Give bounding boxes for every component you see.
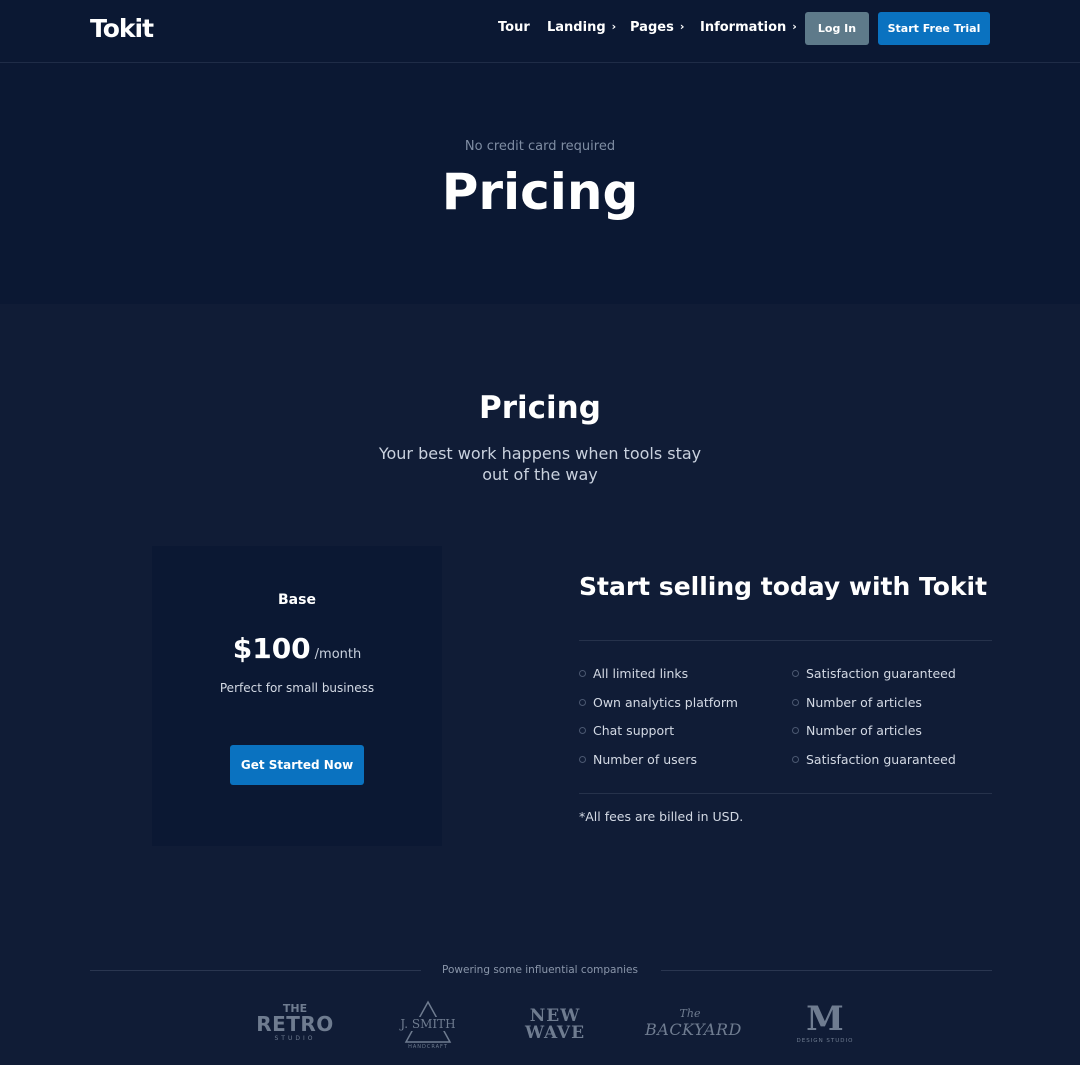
backyard-logo: The BACKYARD: [645, 1007, 742, 1040]
nav-item-landing[interactable]: Landing ›: [547, 20, 616, 35]
plan-card: Base $100/month Perfect for small busine…: [152, 546, 442, 846]
logo-text: WAVE: [524, 1023, 586, 1043]
plan-amount: $100: [232, 632, 311, 665]
bullet-circle-icon: [579, 699, 586, 706]
pricing-section-subtitle: Your best work happens when tools stay o…: [378, 444, 702, 484]
feature-label: Chat support: [593, 723, 675, 738]
feature-label: Number of articles: [806, 695, 922, 710]
site-logo[interactable]: Tokit: [90, 14, 154, 43]
bullet-circle-icon: [792, 756, 799, 763]
feature-label: Number of articles: [806, 723, 922, 738]
plan-name: Base: [278, 592, 316, 608]
new-wave-logo: NEW WAVE: [515, 1008, 595, 1042]
logo-text: M: [806, 999, 844, 1039]
feature-item: Satisfaction guaranteed: [792, 666, 956, 681]
chevron-right-icon: ›: [792, 20, 797, 33]
logo-text: J. SMITH: [390, 1017, 466, 1031]
feature-label: Own analytics platform: [593, 695, 738, 710]
bullet-circle-icon: [792, 727, 799, 734]
feature-label: Number of users: [593, 752, 697, 767]
plan-description: Perfect for small business: [219, 681, 375, 695]
nav-item-label: Landing: [547, 20, 606, 35]
logo-text: HANDCRAFT: [408, 1044, 448, 1050]
nav-item-pages[interactable]: Pages ›: [630, 20, 684, 35]
plan-price: $100/month: [152, 632, 442, 665]
m-design-studio-logo: M DESIGN STUDIO: [780, 1001, 870, 1045]
logo-text: The: [679, 1007, 701, 1020]
nav-item-label: Pages: [630, 20, 674, 35]
feature-item: Number of articles: [792, 723, 922, 738]
chevron-right-icon: ›: [679, 20, 685, 33]
bullet-circle-icon: [579, 727, 586, 734]
hero-kicker: No credit card required: [464, 139, 616, 154]
hero-section: No credit card required Pricing: [0, 63, 1080, 304]
logo-text: DESIGN STUDIO: [796, 1038, 854, 1044]
feature-label: All limited links: [593, 666, 689, 681]
feature-label: Satisfaction guaranteed: [806, 666, 956, 681]
j-smith-logo: J. SMITH HANDCRAFT: [390, 1000, 466, 1054]
retro-studio-logo: THE RETRO STUDIO: [250, 1003, 340, 1043]
nav-item-information[interactable]: Information ›: [700, 20, 797, 35]
feature-label: Satisfaction guaranteed: [806, 752, 956, 767]
feature-item: Chat support: [579, 723, 674, 738]
divider: [579, 640, 992, 641]
nav-item-label: Tour: [498, 20, 530, 35]
top-navigation-bar: Tokit Tour Landing › Pages › Information › …: [0, 0, 1080, 63]
divider: [661, 970, 992, 971]
feature-item: Number of users: [579, 752, 697, 767]
bullet-circle-icon: [579, 756, 586, 763]
pricing-section-title: Pricing: [479, 390, 601, 426]
feature-item: All limited links: [579, 666, 688, 681]
bullet-circle-icon: [792, 699, 799, 706]
logo-text: BACKYARD: [645, 1020, 742, 1039]
page-title: Pricing: [441, 163, 639, 221]
chevron-right-icon: ›: [611, 20, 617, 33]
features-title: Start selling today with Tokit: [579, 572, 988, 601]
feature-item: Own analytics platform: [579, 695, 738, 710]
logo-text: STUDIO: [274, 1035, 316, 1042]
get-started-button[interactable]: Get Started Now: [230, 745, 364, 785]
divider: [579, 793, 992, 794]
bullet-circle-icon: [579, 670, 586, 677]
plan-period: /month: [314, 647, 362, 662]
bullet-circle-icon: [792, 670, 799, 677]
logo-text: RETRO: [256, 1012, 334, 1036]
nav-item-tour[interactable]: Tour: [498, 20, 530, 35]
start-free-trial-button[interactable]: Start Free Trial: [878, 12, 990, 45]
feature-item: Number of articles: [792, 695, 922, 710]
billing-note: *All fees are billed in USD.: [579, 809, 744, 824]
feature-item: Satisfaction guaranteed: [792, 752, 956, 767]
login-button[interactable]: Log In: [805, 12, 869, 45]
nav-item-label: Information: [700, 20, 787, 35]
